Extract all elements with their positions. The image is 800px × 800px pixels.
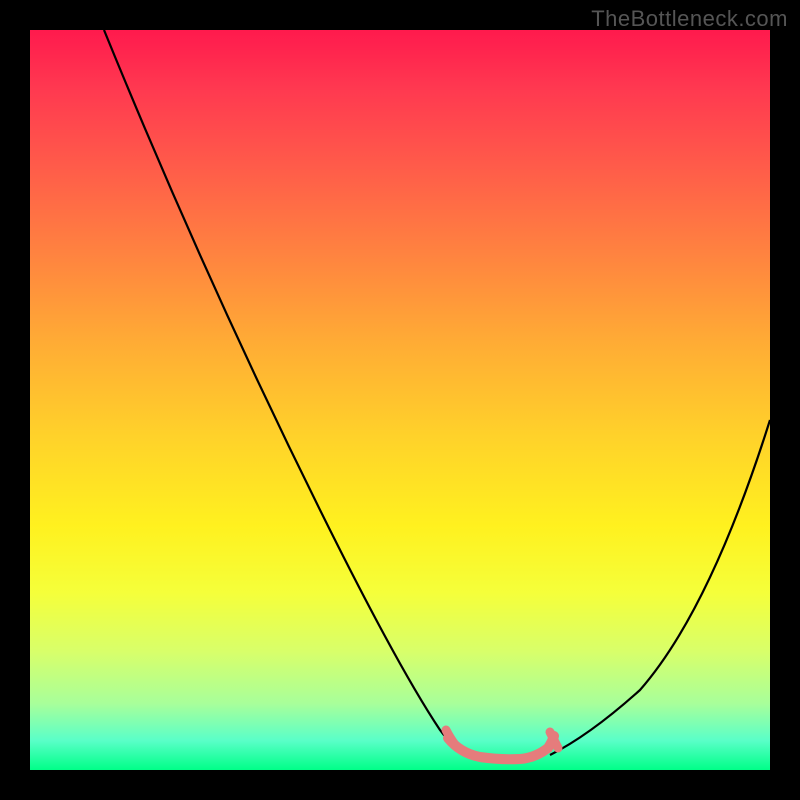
watermark-text: TheBottleneck.com bbox=[591, 6, 788, 32]
curve-right-branch bbox=[550, 420, 770, 755]
chart-svg bbox=[30, 30, 770, 770]
sweet-spot-segment bbox=[448, 736, 554, 759]
chart-gradient-background bbox=[30, 30, 770, 770]
curve-left-branch bbox=[104, 30, 465, 755]
